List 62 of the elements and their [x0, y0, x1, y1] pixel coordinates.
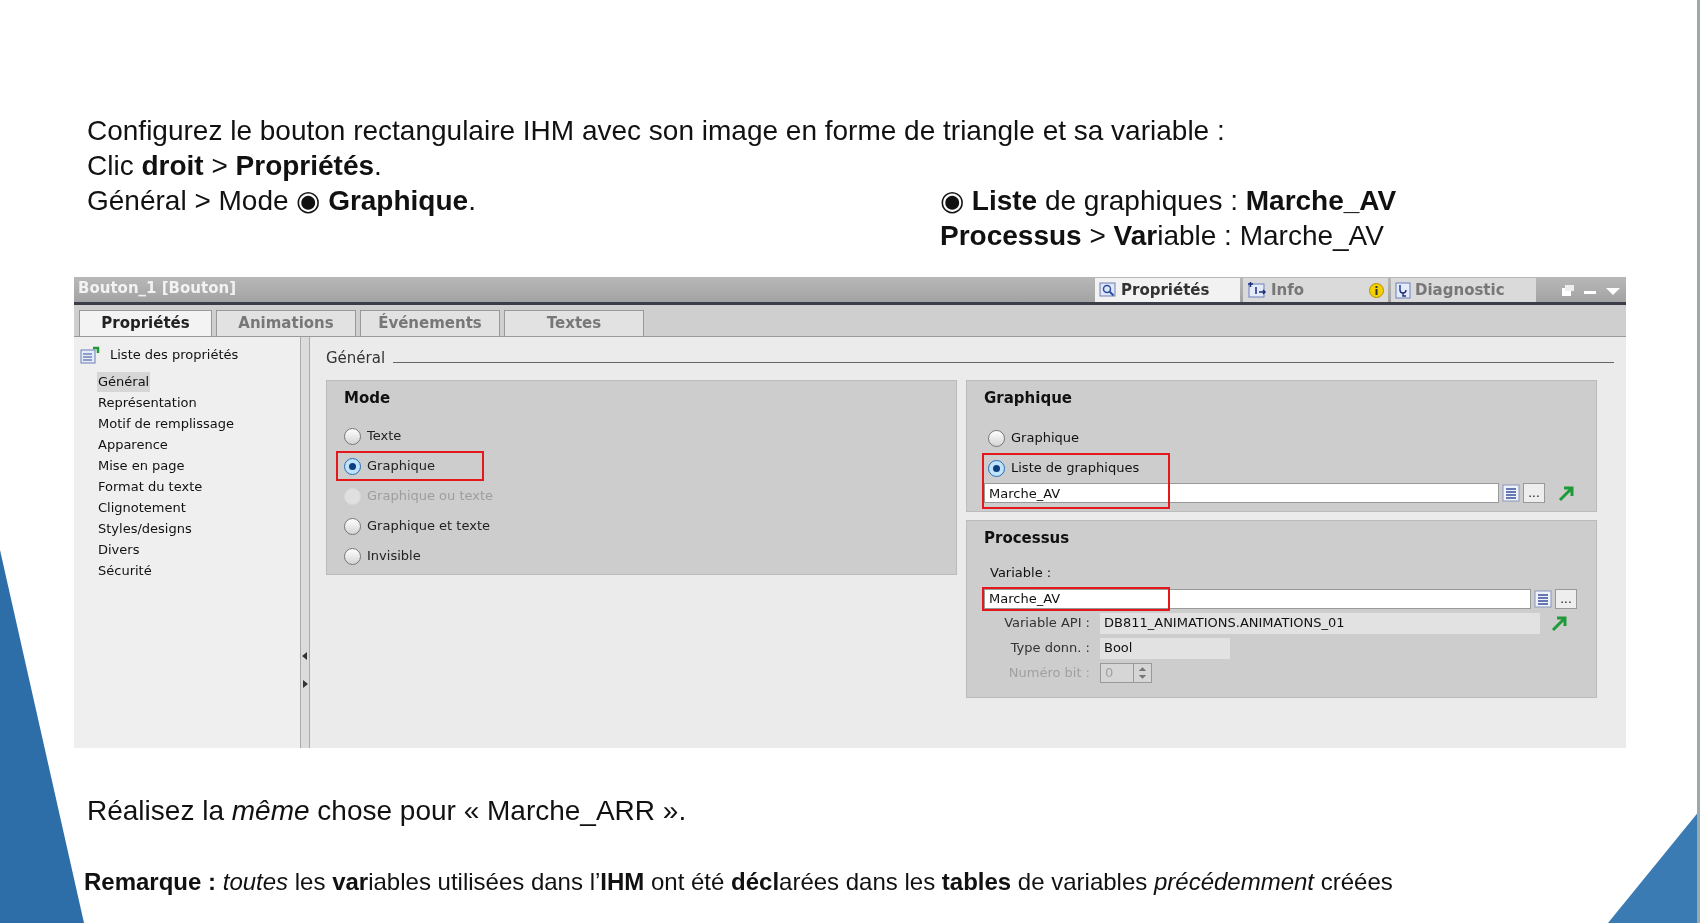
section-title: Général — [326, 348, 386, 369]
instruction-text: Processus > Variable : Marche_AV — [940, 220, 1385, 252]
sidebar-item[interactable]: Format du texte — [97, 477, 204, 497]
radio-button[interactable] — [344, 457, 361, 475]
radio-button[interactable] — [988, 459, 1005, 477]
radio-label: Invisible — [367, 547, 421, 566]
sidebar-item[interactable]: Divers — [97, 540, 141, 560]
sidebar-item[interactable]: Mise en page — [97, 456, 186, 476]
collapse-arrow-icon[interactable] — [302, 652, 308, 660]
expand-arrow-icon[interactable] — [302, 680, 308, 688]
panel-title: Graphique — [984, 387, 1073, 409]
radio-button[interactable] — [988, 429, 1005, 447]
field-value: DB811_ANIMATIONS.ANIMATIONS_01 — [1100, 612, 1540, 634]
list-arrow-icon — [80, 345, 102, 364]
field-label: Variable API : — [1003, 614, 1090, 633]
field-label: Type donn. : — [1009, 639, 1090, 658]
field-value: Bool — [1100, 637, 1230, 659]
radio-label: Graphique et texte — [367, 517, 490, 536]
list-icon[interactable] — [1534, 589, 1552, 608]
instruction-text: Général > Mode ◉ Graphique. — [87, 185, 476, 217]
radio-option[interactable]: Invisible — [336, 541, 484, 571]
sidebar-item[interactable]: Motif de remplissage — [97, 414, 235, 434]
panel-title: Mode — [344, 387, 392, 409]
browse-button[interactable]: ... — [1523, 483, 1545, 503]
radio-option[interactable]: Graphique — [984, 423, 1596, 453]
graphic-list-field[interactable]: Marche_AV — [984, 483, 1499, 503]
radio-label: Graphique — [1011, 429, 1079, 448]
arrow-icon[interactable] — [1550, 614, 1568, 632]
radio-label: Texte — [367, 427, 402, 446]
radio-label: Graphique — [367, 457, 435, 476]
browse-button[interactable]: ... — [1555, 588, 1577, 609]
stethoscope-icon — [1395, 281, 1411, 299]
panel-tab[interactable]: Propriétés — [1095, 278, 1240, 302]
sidebar-item[interactable]: Sécurité — [97, 561, 153, 581]
instruction-text: Réalisez la même chose pour « Marche_ARR ». — [87, 795, 687, 826]
radio-option[interactable]: Texte — [336, 421, 484, 451]
instruction-text: ◉ Liste de graphiques : Marche_AV — [940, 185, 1398, 217]
radio-option[interactable]: Graphique et texte — [336, 511, 500, 541]
sidebar-item[interactable]: Clignotement — [97, 498, 187, 518]
instruction-text: Clic droit > Propriétés. — [87, 150, 382, 182]
sidebar-item[interactable]: Styles/designs — [97, 519, 193, 539]
radio-option[interactable]: Liste de graphiques — [984, 453, 1596, 483]
panel-title: Processus — [984, 527, 1071, 549]
list-icon[interactable] — [1502, 484, 1520, 502]
remark-text: Remarque : toutes les variables utilisées dans l’IHM ont été déclarées dans les tables de variables précédemment créées — [84, 868, 1393, 895]
instruction-text: Configurez le bouton rectangulaire IHM avec son image en forme de triangle et sa variable : — [87, 115, 1225, 147]
info-icon — [1247, 281, 1267, 299]
radio-label: Liste de graphiques — [1011, 459, 1140, 478]
window-title: Bouton_1 [Bouton] — [78, 277, 236, 299]
info-badge-icon — [1369, 282, 1384, 298]
sidebar-item[interactable]: Apparence — [97, 435, 169, 455]
radio-button[interactable] — [344, 427, 361, 445]
tab[interactable]: Propriétés — [79, 310, 212, 336]
sidebar-item[interactable]: Représentation — [97, 393, 198, 413]
radio-button[interactable] — [344, 547, 361, 565]
magnifier-icon — [1099, 282, 1117, 298]
radio-button[interactable] — [344, 517, 361, 535]
field-label: Variable : — [990, 564, 1053, 582]
arrow-icon[interactable] — [1557, 484, 1575, 502]
variable-field[interactable]: Marche_AV — [984, 588, 1531, 609]
sidebar-header: Liste des propriétés — [110, 346, 239, 364]
sidebar-item[interactable]: Général — [97, 372, 151, 392]
